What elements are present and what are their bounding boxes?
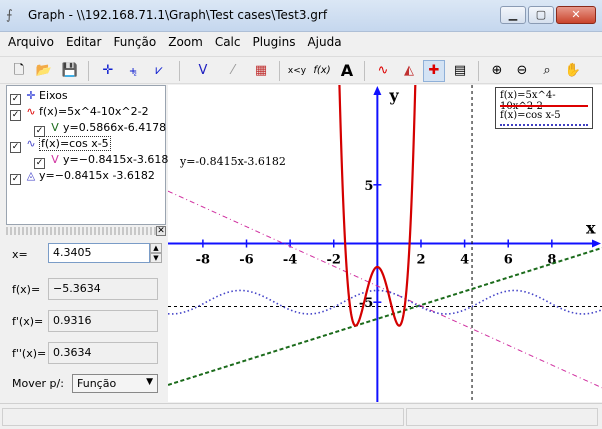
x-tick-label: -4 xyxy=(283,253,297,268)
x-tick-label: 6 xyxy=(504,253,513,268)
checkbox-line[interactable]: ✓ xyxy=(10,174,21,185)
close-button[interactable]: ✕ xyxy=(556,6,596,24)
x-axis-arrow xyxy=(592,239,601,248)
menu-ajuda[interactable]: Ajuda xyxy=(299,32,345,49)
plot-svg: xy-8 -6 -4 -2 2 4 6 85-5y=-0.8415x-3.6182 xyxy=(168,85,602,402)
area-icon[interactable]: ▦ xyxy=(250,60,272,82)
menu-zoom[interactable]: Zoom xyxy=(160,32,207,49)
checkbox-f2[interactable]: ✓ xyxy=(10,142,21,153)
status-segment xyxy=(2,408,404,426)
tangent2-line-label: y=-0.8415x-3.6182 xyxy=(179,155,286,168)
tree-item-axes[interactable]: ✓ ✛ Eixos xyxy=(10,88,68,105)
fpx-label: f'(x)= xyxy=(12,315,44,328)
fx-icon[interactable]: f(x) xyxy=(311,60,333,82)
trendline-icon[interactable]: ∿ xyxy=(372,60,394,82)
function-curve-icon: ∿ xyxy=(26,137,36,150)
area-fill-icon[interactable]: ◭ xyxy=(398,60,420,82)
zoom-out-icon[interactable]: ⊖ xyxy=(511,60,533,82)
y-tick-label: 5 xyxy=(364,179,373,194)
graph-canvas[interactable]: x y -8 -6 -4 -2 2 4 6 8 5 -5 y=-0.8415x-3.6182 xyxy=(168,85,602,402)
move-label: Mover p/: xyxy=(12,377,64,390)
axes-icon[interactable]: ✛ xyxy=(97,60,119,82)
x-label: x= xyxy=(12,248,28,261)
menu-plugins[interactable]: Plugins xyxy=(244,32,299,49)
fx-value: −5.3634 xyxy=(48,278,158,300)
x-tick-label: -8 xyxy=(196,253,210,268)
x-tick-label: -6 xyxy=(239,253,253,268)
tree-item-f2-tangent[interactable]: ✓ Vy=−0.8415x-3.6182 xyxy=(34,152,175,169)
tangent-icon: V xyxy=(51,153,59,166)
move-select[interactable]: Função ▼ xyxy=(72,374,158,393)
toolbar: 🗋 📂 💾 ✛ ⨧ ⩗ V ⁄ ▦ x<y f(x) A ∿ ◭ ✚ ▤ ⊕ ⊖… xyxy=(0,56,602,84)
legend: f(x)=5x^4-10x^2-2 f(x)=cos x-5 xyxy=(495,87,593,129)
status-segment xyxy=(406,408,598,426)
shading-icon[interactable]: ⁄ xyxy=(222,60,244,82)
menu-funcao[interactable]: Função xyxy=(105,32,160,49)
new-file-icon[interactable]: 🗋 xyxy=(8,60,30,82)
x-input[interactable]: 4.3405 xyxy=(48,243,150,263)
title-bar: ⨍ Graph - \\192.168.71.1\Graph\Test case… xyxy=(0,0,602,32)
x-tick-label: -2 xyxy=(327,253,341,268)
menu-editar[interactable]: Editar xyxy=(58,32,106,49)
minimize-button[interactable]: ▁ xyxy=(500,6,526,24)
menu-arquivo[interactable]: Arquivo xyxy=(0,32,58,49)
insert-function-icon[interactable]: ⨧ xyxy=(122,60,144,82)
spin-down-icon[interactable]: ▼ xyxy=(150,253,162,263)
legend-f2: f(x)=cos x-5 xyxy=(500,110,561,121)
window-title: Graph - \\192.168.71.1\Graph\Test cases\… xyxy=(28,8,328,22)
table-icon[interactable]: ▤ xyxy=(449,60,471,82)
legend-f2-swatch xyxy=(500,124,588,126)
fppx-value: 0.3634 xyxy=(48,342,158,364)
x-axis-label: x xyxy=(586,219,596,238)
series-tangent2-line xyxy=(168,190,602,389)
insert-series-icon[interactable]: ⩗ xyxy=(148,60,170,82)
tree-item-f2[interactable]: ✓ ∿ f(x)=cos x-5 xyxy=(10,136,111,153)
axes-icon: ✛ xyxy=(26,89,36,102)
relation-shade-icon: ◬ xyxy=(26,169,36,182)
pan-hand-icon[interactable]: ✋ xyxy=(562,60,584,82)
eval-icon[interactable]: ✚ xyxy=(423,60,445,82)
fpx-value: 0.9316 xyxy=(48,310,158,332)
app-icon: ⨍ xyxy=(6,8,13,23)
checkbox-f1[interactable]: ✓ xyxy=(10,110,21,121)
chevron-down-icon: ▼ xyxy=(146,377,153,387)
fx-label: f(x)= xyxy=(12,283,41,296)
text-icon[interactable]: A xyxy=(336,60,358,82)
fppx-label: f''(x)= xyxy=(12,347,47,360)
open-folder-icon[interactable]: 📂 xyxy=(33,60,55,82)
left-pane: ✓ ✛ Eixos ✓ ∿ f(x)=5x^4-10x^2-2 ✓ Vy=0.5866x-… xyxy=(6,85,175,401)
function-curve-icon: ∿ xyxy=(26,105,36,118)
tangent-icon[interactable]: V xyxy=(192,60,214,82)
function-tree: ✓ ✛ Eixos ✓ ∿ f(x)=5x^4-10x^2-2 ✓ Vy=0.5866x-… xyxy=(6,85,175,225)
y-axis-label: y xyxy=(388,86,399,105)
pane-splitter[interactable]: ✕ xyxy=(6,226,166,236)
maximize-button[interactable]: ▢ xyxy=(528,6,554,24)
close-icon[interactable]: ✕ xyxy=(156,226,166,236)
tree-item-f1-tangent[interactable]: ✓ Vy=0.5866x-6.4178 xyxy=(34,120,166,137)
tangent-icon: V xyxy=(51,121,59,134)
relation-icon[interactable]: x<y xyxy=(286,60,308,82)
legend-f1-swatch xyxy=(500,105,588,107)
series-f2-curve xyxy=(168,289,602,315)
tree-item-f1[interactable]: ✓ ∿ f(x)=5x^4-10x^2-2 xyxy=(10,104,149,121)
x-tick-label: 2 xyxy=(416,253,425,268)
zoom-in-icon[interactable]: ⊕ xyxy=(486,60,508,82)
legend-f1: f(x)=5x^4-10x^2-2 xyxy=(500,90,556,112)
menu-calc[interactable]: Calc xyxy=(207,32,245,49)
x-tick-label: 4 xyxy=(460,253,469,268)
menu-bar: Arquivo Editar Função Zoom Calc Plugins Ajuda xyxy=(0,32,602,54)
status-bar xyxy=(0,403,602,429)
y-axis-arrow xyxy=(373,86,382,95)
zoom-fit-icon[interactable]: ⌕ xyxy=(536,60,558,82)
series-tangent1-line xyxy=(168,246,602,386)
spin-up-icon[interactable]: ▲ xyxy=(150,243,162,253)
tree-item-line[interactable]: ✓ ◬ y=−0.8415x -3.6182 xyxy=(10,168,155,185)
save-icon[interactable]: 💾 xyxy=(59,60,81,82)
